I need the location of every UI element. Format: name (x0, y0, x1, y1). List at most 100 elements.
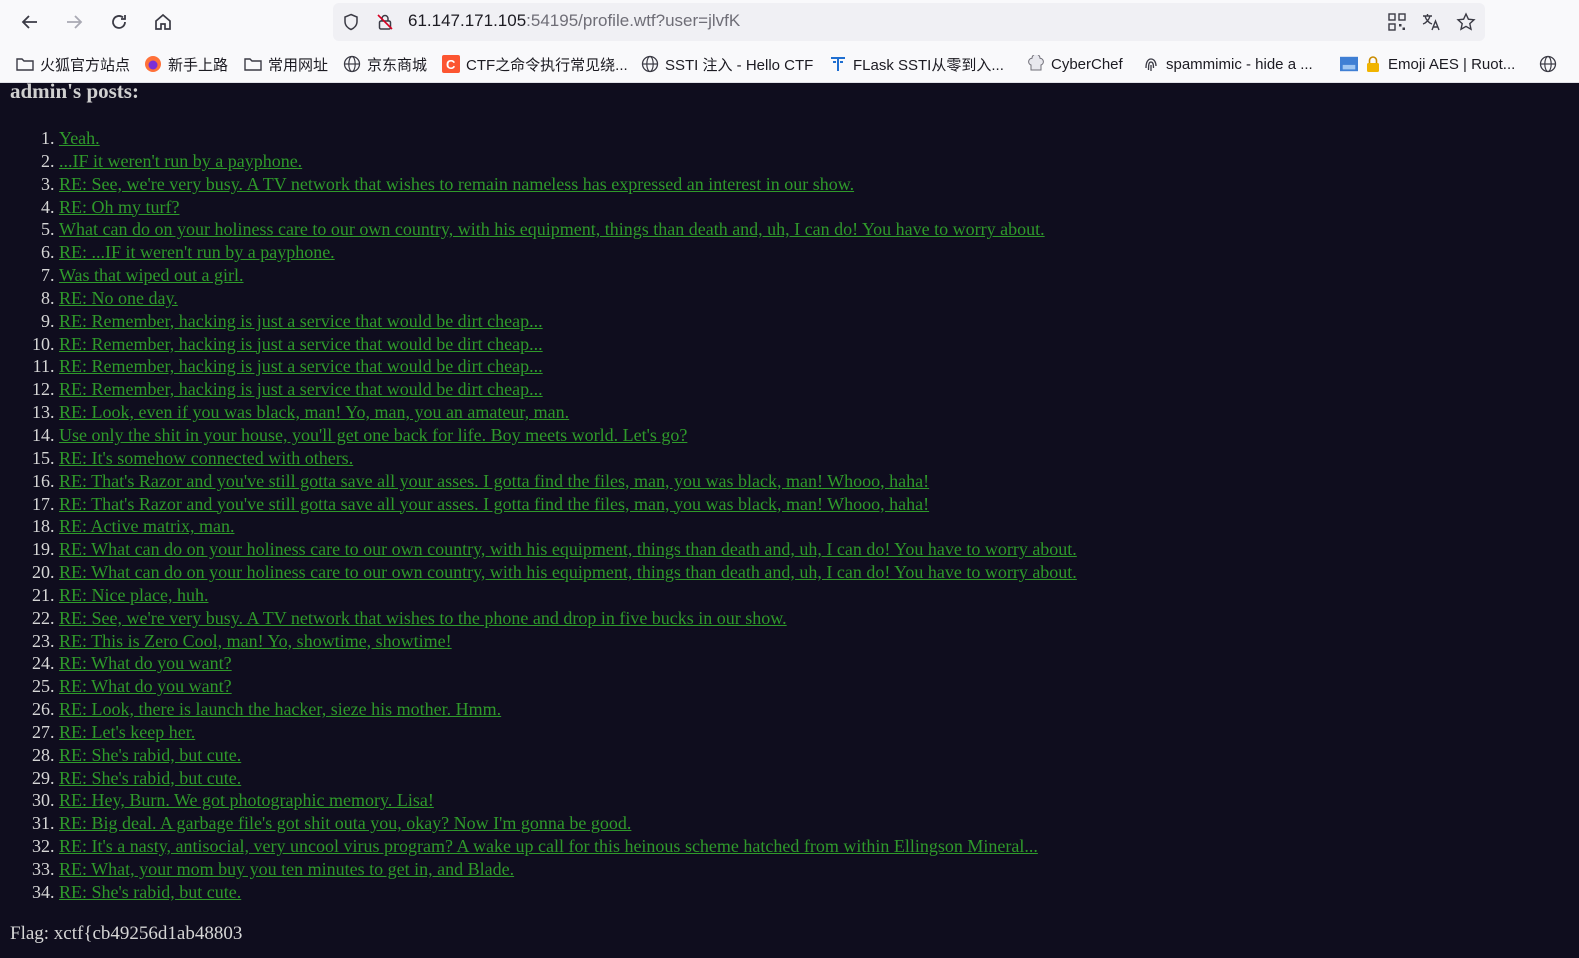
post-link[interactable]: RE: What can do on your holiness care to… (59, 539, 1077, 559)
bookmark-label: 常用网址 (268, 56, 329, 74)
bookmark-item[interactable]: CyberChef (1027, 50, 1123, 78)
insecure-lock-icon[interactable] (375, 12, 395, 32)
globe-icon (1539, 55, 1557, 73)
post-link[interactable]: RE: No one day. (59, 288, 178, 308)
post-link[interactable]: RE: What do you want? (59, 653, 232, 673)
list-item: RE: She's rabid, but cute. (59, 881, 1077, 904)
list-item: RE: What do you want? (59, 652, 1077, 675)
reload-button[interactable] (105, 8, 133, 36)
post-link[interactable]: RE: ...IF it weren't run by a payphone. (59, 242, 335, 262)
post-link[interactable]: RE: That's Razor and you've still gotta … (59, 494, 929, 514)
bookmark-label: 新手上路 (168, 56, 229, 74)
post-link[interactable]: RE: It's a nasty, antisocial, very uncoo… (59, 836, 1038, 856)
bookmark-label: FLask SSTI从零到入... (853, 56, 1004, 74)
list-item: RE: No one day. (59, 287, 1077, 310)
bookmark-item[interactable]: 火狐官方站点 (16, 50, 130, 78)
post-link[interactable]: RE: Hey, Burn. We got photographic memor… (59, 790, 434, 810)
post-link[interactable]: RE: What can do on your holiness care to… (59, 562, 1077, 582)
post-link[interactable]: RE: Oh my turf? (59, 197, 179, 217)
folder-icon (244, 55, 262, 73)
url-text[interactable]: 61.147.171.105:54195/profile.wtf?user=jl… (408, 11, 740, 31)
post-link[interactable]: RE: Look, even if you was black, man! Yo… (59, 402, 569, 422)
bookmark-label: SSTI 注入 - Hello CTF (665, 56, 814, 74)
bookmark-item[interactable]: C CTF之命令执行常见绕... (442, 50, 628, 78)
post-link[interactable]: RE: It's somehow connected with others. (59, 448, 353, 468)
arrow-left-icon (21, 15, 37, 29)
list-item: RE: Hey, Burn. We got photographic memor… (59, 789, 1077, 812)
post-link[interactable]: RE: Remember, hacking is just a service … (59, 356, 543, 376)
post-link[interactable]: RE: Big deal. A garbage file's got shit … (59, 813, 631, 833)
list-item: RE: That's Razor and you've still gotta … (59, 470, 1077, 493)
post-link[interactable]: ...IF it weren't run by a payphone. (59, 151, 302, 171)
post-link[interactable]: RE: Nice place, huh. (59, 585, 208, 605)
home-button[interactable] (149, 8, 177, 36)
post-link[interactable]: Yeah. (59, 128, 100, 148)
post-link[interactable]: RE: Let's keep her. (59, 722, 195, 742)
list-item: RE: Nice place, huh. (59, 584, 1077, 607)
post-link[interactable]: RE: See, we're very busy. A TV network t… (59, 174, 854, 194)
address-bar[interactable]: 61.147.171.105:54195/profile.wtf?user=jl… (333, 3, 1485, 41)
post-link[interactable]: RE: That's Razor and you've still gotta … (59, 471, 929, 491)
posts-list: Yeah. ...IF it weren't run by a payphone.… (0, 127, 1077, 904)
list-item: RE: Remember, hacking is just a service … (59, 355, 1077, 378)
site-thumbnail-icon (1340, 55, 1358, 73)
list-item: RE: See, we're very busy. A TV network t… (59, 173, 1077, 196)
list-item: RE: What can do on your holiness care to… (59, 538, 1077, 561)
post-link[interactable]: Use only the shit in your house, you'll … (59, 425, 687, 445)
bookmark-item[interactable]: spammimic - hide a ... (1142, 50, 1313, 78)
fingerprint-icon (1142, 55, 1160, 73)
url-path: :54195/profile.wtf?user=jlvfK (526, 11, 741, 30)
list-item: RE: Active matrix, man. (59, 515, 1077, 538)
bookmark-item[interactable]: FLask SSTI从零到入... (829, 50, 1004, 78)
translate-icon[interactable] (1421, 12, 1441, 32)
qr-code-icon[interactable] (1387, 12, 1407, 32)
bookmark-label: Emoji AES | Ruot... (1388, 55, 1516, 73)
bookmark-item[interactable]: SSTI 注入 - Hello CTF (641, 50, 813, 78)
page-content: admin's posts: Yeah. ...IF it weren't run… (0, 79, 1579, 958)
list-item: RE: She's rabid, but cute. (59, 744, 1077, 767)
globe-icon (641, 55, 659, 73)
arrow-right-icon (67, 15, 83, 29)
post-link[interactable]: RE: This is Zero Cool, man! Yo, showtime… (59, 631, 452, 651)
post-link[interactable]: RE: What, your mom buy you ten minutes t… (59, 859, 514, 879)
post-link[interactable]: RE: Remember, hacking is just a service … (59, 311, 543, 331)
bookmark-item[interactable]: 京东商城 (343, 50, 427, 78)
list-item: Was that wiped out a girl. (59, 264, 1077, 287)
list-item: ...IF it weren't run by a payphone. (59, 150, 1077, 173)
page-title: admin's posts: (10, 79, 139, 103)
list-item: RE: Let's keep her. (59, 721, 1077, 744)
bookmark-label: 京东商城 (367, 56, 428, 74)
post-link[interactable]: Was that wiped out a girl. (59, 265, 244, 285)
url-host: 61.147.171.105 (408, 11, 527, 30)
home-icon (155, 13, 171, 30)
list-item: RE: Remember, hacking is just a service … (59, 378, 1077, 401)
post-link[interactable]: RE: Active matrix, man. (59, 516, 234, 536)
list-item: Yeah. (59, 127, 1077, 150)
post-link[interactable]: RE: She's rabid, but cute. (59, 745, 241, 765)
bookmarks-toolbar: 火狐官方站点 新手上路 常用网址 京东商城 C CTF之命令执行常见绕... S… (0, 50, 1579, 78)
list-item: RE: Look, even if you was black, man! Yo… (59, 401, 1077, 424)
globe-icon (343, 55, 361, 73)
post-link[interactable]: RE: What do you want? (59, 676, 232, 696)
flag-text: Flag: xctf{cb49256d1ab48803 (10, 923, 243, 944)
post-link[interactable]: RE: See, we're very busy. A TV network t… (59, 608, 787, 628)
csdn-icon: C (442, 55, 460, 73)
post-link[interactable]: What can do on your holiness care to our… (59, 219, 1045, 239)
post-link[interactable]: RE: She's rabid, but cute. (59, 882, 241, 902)
post-link[interactable]: RE: She's rabid, but cute. (59, 768, 241, 788)
bookmark-item[interactable]: 常用网址 (244, 50, 328, 78)
bookmark-star-icon[interactable] (1456, 12, 1476, 32)
bookmark-item[interactable] (1539, 50, 1563, 78)
post-link[interactable]: RE: Remember, hacking is just a service … (59, 379, 543, 399)
bookmark-item[interactable]: 新手上路 (144, 50, 228, 78)
post-link[interactable]: RE: Remember, hacking is just a service … (59, 334, 543, 354)
list-item: RE: She's rabid, but cute. (59, 767, 1077, 790)
post-link[interactable]: RE: Look, there is launch the hacker, si… (59, 699, 501, 719)
back-button[interactable] (16, 8, 44, 36)
forward-button[interactable] (60, 8, 88, 36)
navigation-bar: 61.147.171.105:54195/profile.wtf?user=jl… (0, 0, 1579, 44)
list-item: RE: It's a nasty, antisocial, very uncoo… (59, 835, 1077, 858)
shield-icon[interactable] (341, 12, 361, 32)
bookmark-item[interactable]: Emoji AES | Ruot... (1340, 50, 1515, 78)
bookmark-label: CyberChef (1051, 55, 1123, 73)
